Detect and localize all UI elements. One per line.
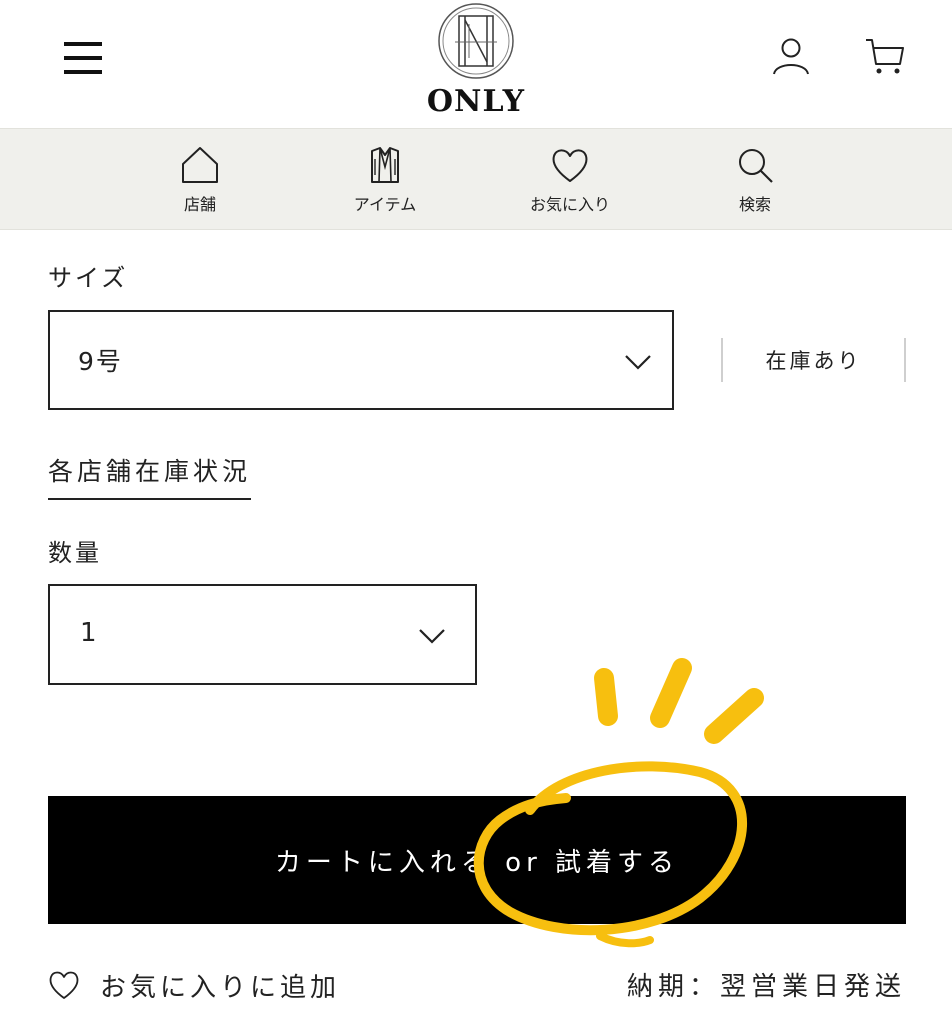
brand-logo[interactable]: ONLY <box>416 2 536 120</box>
chevron-down-icon <box>625 355 651 370</box>
add-to-favorites-label: お気に入りに追加 <box>100 973 341 1003</box>
nav-label: 店舗 <box>183 195 216 214</box>
jacket-icon <box>371 147 399 183</box>
nav-item-store[interactable]: 店舗 <box>140 129 260 229</box>
hamburger-menu-icon[interactable] <box>64 40 104 76</box>
logo-monogram-icon <box>438 3 514 79</box>
heart-icon <box>49 971 79 999</box>
user-icon[interactable] <box>770 34 812 76</box>
nav-item-favorites[interactable]: お気に入り <box>510 129 630 229</box>
size-selected-value: 9号 <box>78 347 123 376</box>
size-label: サイズ <box>48 264 129 292</box>
quantity-label: 数量 <box>48 539 102 567</box>
stock-status-text: 在庫あり <box>765 349 862 373</box>
home-icon <box>182 147 218 183</box>
nav-label: 検索 <box>738 195 771 214</box>
store-stock-link[interactable]: 各店舗在庫状況 <box>48 452 252 500</box>
quantity-select[interactable]: 1 <box>48 584 477 685</box>
nav-label: お気に入り <box>529 195 610 214</box>
delivery-info: 納期：翌営業日発送 <box>626 972 906 1002</box>
size-select[interactable]: 9号 <box>48 310 674 410</box>
stock-status: 在庫あり <box>721 338 906 382</box>
quantity-selected-value: 1 <box>80 618 99 648</box>
add-to-cart-button[interactable]: カートに入れる or 試着する <box>48 796 906 924</box>
add-to-cart-label: カートに入れる or 試着する <box>274 848 680 878</box>
nav-label: アイテム <box>353 195 417 214</box>
site-header: ONLY <box>0 0 952 128</box>
logo-text: ONLY <box>426 84 526 119</box>
nav-item-items[interactable]: アイテム <box>325 129 445 229</box>
search-icon <box>739 149 773 183</box>
heart-icon <box>552 149 588 182</box>
chevron-down-icon <box>419 629 445 644</box>
icon-navigation-bar: 店舗 アイテム お気に入り 検索 <box>0 128 952 230</box>
cart-icon[interactable] <box>864 36 906 78</box>
nav-item-search[interactable]: 検索 <box>695 129 815 229</box>
